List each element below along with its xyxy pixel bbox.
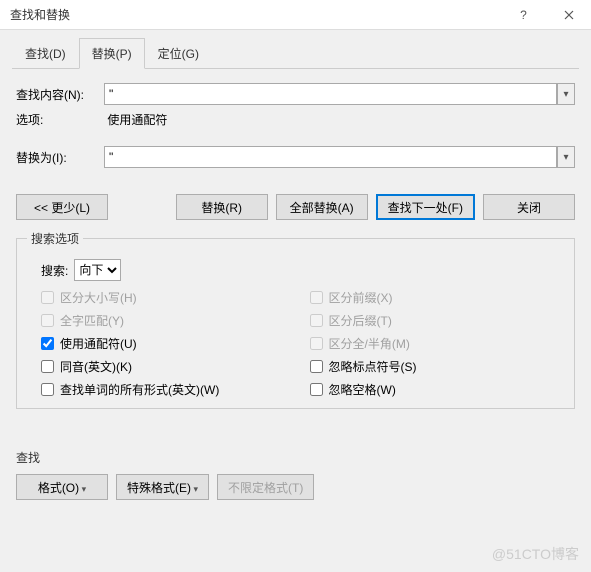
- replace-row: 替换为(I): ▾: [16, 146, 575, 168]
- close-icon: [564, 10, 574, 20]
- find-row: 查找内容(N): ▾: [16, 83, 575, 105]
- checkbox-columns: 区分大小写(H) 全字匹配(Y) 使用通配符(U) 同音(英文)(K) 查找单词…: [27, 289, 564, 398]
- all-forms-checkbox[interactable]: 查找单词的所有形式(英文)(W): [27, 381, 296, 398]
- format-button[interactable]: 格式(O): [16, 474, 108, 500]
- search-options-legend: 搜索选项: [27, 230, 83, 247]
- find-what-input[interactable]: [104, 83, 557, 105]
- find-what-label: 查找内容(N):: [16, 86, 104, 103]
- find-what-dropdown[interactable]: ▾: [557, 83, 575, 105]
- close-button[interactable]: [546, 0, 591, 30]
- help-button[interactable]: ?: [501, 0, 546, 30]
- replace-with-label: 替换为(I):: [16, 149, 104, 166]
- search-options-group: 搜索选项 搜索: 向下 区分大小写(H) 全字匹配(Y) 使用通配符(U) 同音…: [16, 230, 575, 409]
- match-suffix-checkbox: 区分后缀(T): [296, 312, 565, 329]
- close-dialog-button[interactable]: 关闭: [483, 194, 575, 220]
- window-title: 查找和替换: [10, 6, 501, 23]
- options-row: 选项: 使用通配符: [16, 111, 575, 128]
- main-button-row: << 更少(L) 替换(R) 全部替换(A) 查找下一处(F) 关闭: [16, 194, 575, 220]
- replace-with-dropdown[interactable]: ▾: [557, 146, 575, 168]
- replace-with-input[interactable]: [104, 146, 557, 168]
- find-what-combo: ▾: [104, 83, 575, 105]
- tab-goto[interactable]: 定位(G): [145, 38, 212, 68]
- match-case-checkbox: 区分大小写(H): [27, 289, 296, 306]
- options-value: 使用通配符: [107, 113, 167, 127]
- footer-buttons: 格式(O) 特殊格式(E) 不限定格式(T): [16, 474, 575, 500]
- special-format-button[interactable]: 特殊格式(E): [116, 474, 209, 500]
- watermark: @51CTO博客: [492, 544, 579, 564]
- tab-find[interactable]: 查找(D): [12, 38, 79, 68]
- whole-word-checkbox: 全字匹配(Y): [27, 312, 296, 329]
- checkbox-col-right: 区分前缀(X) 区分后缀(T) 区分全/半角(M) 忽略标点符号(S) 忽略空格…: [296, 289, 565, 398]
- match-prefix-checkbox: 区分前缀(X): [296, 289, 565, 306]
- sounds-like-checkbox[interactable]: 同音(英文)(K): [27, 358, 296, 375]
- tab-strip: 查找(D) 替换(P) 定位(G): [12, 38, 579, 69]
- find-section-label: 查找: [16, 449, 575, 466]
- replace-with-combo: ▾: [104, 146, 575, 168]
- no-format-button: 不限定格式(T): [217, 474, 314, 500]
- options-label: 选项:: [16, 111, 104, 128]
- replace-button[interactable]: 替换(R): [176, 194, 268, 220]
- ignore-space-checkbox[interactable]: 忽略空格(W): [296, 381, 565, 398]
- checkbox-col-left: 区分大小写(H) 全字匹配(Y) 使用通配符(U) 同音(英文)(K) 查找单词…: [27, 289, 296, 398]
- dialog-body: 查找(D) 替换(P) 定位(G) 查找内容(N): ▾ 选项: 使用通配符 替…: [0, 30, 591, 516]
- titlebar: 查找和替换 ?: [0, 0, 591, 30]
- less-button[interactable]: << 更少(L): [16, 194, 108, 220]
- ignore-punct-checkbox[interactable]: 忽略标点符号(S): [296, 358, 565, 375]
- replace-all-button[interactable]: 全部替换(A): [276, 194, 368, 220]
- find-footer: 查找 格式(O) 特殊格式(E) 不限定格式(T): [16, 449, 575, 500]
- tab-content: 查找内容(N): ▾ 选项: 使用通配符 替换为(I): ▾ << 更少(L) …: [12, 69, 579, 504]
- tab-replace[interactable]: 替换(P): [79, 38, 145, 69]
- find-next-button[interactable]: 查找下一处(F): [376, 194, 475, 220]
- search-direction-select[interactable]: 向下: [74, 259, 121, 281]
- search-direction-label: 搜索:: [41, 262, 68, 279]
- full-half-checkbox: 区分全/半角(M): [296, 335, 565, 352]
- wildcards-checkbox[interactable]: 使用通配符(U): [27, 335, 296, 352]
- search-direction-row: 搜索: 向下: [41, 259, 564, 281]
